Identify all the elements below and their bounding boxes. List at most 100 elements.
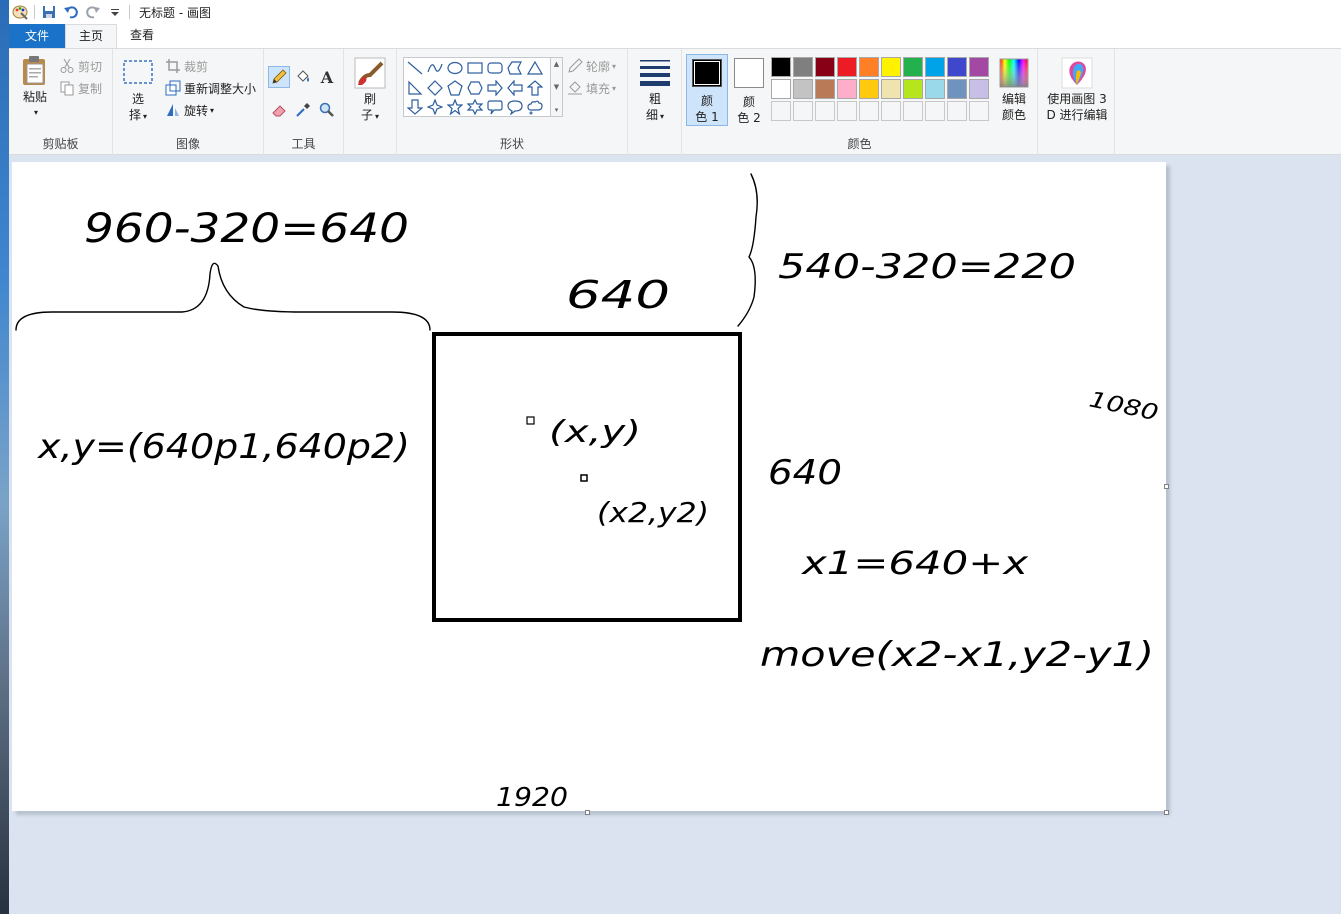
rotate-button[interactable]: 旋转 ▾: [165, 100, 214, 120]
custom-color-slot[interactable]: [837, 101, 857, 121]
canvas-workspace[interactable]: 960-320=640 640 540-320=220 1080 x,y=(64…: [9, 155, 1341, 914]
oval-callout-shape[interactable]: [505, 97, 525, 117]
canvas-resize-handle-bottom[interactable]: [585, 810, 590, 815]
palette-swatch[interactable]: [837, 57, 857, 77]
oval-shape[interactable]: [445, 58, 465, 78]
palette-swatch[interactable]: [925, 79, 945, 99]
rounded-rectangle-shape[interactable]: [485, 58, 505, 78]
color-2-swatch: [734, 58, 764, 88]
down-arrow-shape[interactable]: [405, 97, 425, 117]
custom-color-slot[interactable]: [815, 101, 835, 121]
undo-icon[interactable]: [60, 1, 82, 23]
palette-swatch[interactable]: [793, 57, 813, 77]
copy-button[interactable]: 复制: [59, 78, 102, 98]
palette-swatch[interactable]: [903, 79, 923, 99]
canvas-drawing: 960-320=640 640 540-320=220 1080 x,y=(64…: [15, 173, 1160, 811]
custom-color-slot[interactable]: [903, 101, 923, 121]
palette-swatch[interactable]: [793, 79, 813, 99]
cut-label: 剪切: [78, 59, 103, 74]
expand-gallery-icon[interactable]: ▾: [555, 106, 559, 114]
redo-icon[interactable]: [82, 1, 104, 23]
cloud-callout-shape[interactable]: [525, 97, 545, 117]
palette-swatch[interactable]: [859, 79, 879, 99]
color-1-button[interactable]: 颜 色 1: [686, 54, 728, 126]
color-picker-tool[interactable]: [292, 99, 314, 121]
palette-swatch[interactable]: [881, 57, 901, 77]
resize-button[interactable]: 重新调整大小: [165, 78, 256, 98]
curve-shape[interactable]: [425, 58, 445, 78]
palette-swatch[interactable]: [815, 79, 835, 99]
five-point-star-shape[interactable]: [445, 97, 465, 117]
text-tool[interactable]: A: [316, 66, 338, 88]
fill-button[interactable]: 填充 ▾: [567, 78, 616, 98]
palette-swatch[interactable]: [859, 57, 879, 77]
polygon-shape[interactable]: [505, 58, 525, 78]
canvas-resize-handle-corner[interactable]: [1164, 810, 1169, 815]
palette-swatch[interactable]: [771, 57, 791, 77]
custom-color-slot[interactable]: [969, 101, 989, 121]
palette-swatch[interactable]: [837, 79, 857, 99]
select-button[interactable]: 选 择 ▾: [119, 57, 157, 125]
palette-swatch[interactable]: [881, 79, 901, 99]
tab-view[interactable]: 查看: [117, 24, 167, 48]
shapes-gallery-scroll[interactable]: ▲ ▼ ▾: [551, 57, 563, 117]
six-point-star-shape[interactable]: [465, 97, 485, 117]
note-right-formula-2: move(x2-x1,y2-y1): [760, 635, 1154, 675]
tab-home[interactable]: 主页: [65, 24, 118, 48]
line-shape[interactable]: [405, 58, 425, 78]
pencil-tool[interactable]: [268, 66, 290, 88]
cut-button[interactable]: 剪切: [59, 56, 102, 76]
custom-color-slot[interactable]: [771, 101, 791, 121]
save-icon[interactable]: [38, 1, 60, 23]
drawing-canvas[interactable]: 960-320=640 640 540-320=220 1080 x,y=(64…: [12, 162, 1166, 811]
brushes-button[interactable]: 刷 子 ▾: [352, 57, 388, 125]
outline-pencil-icon: [568, 58, 583, 73]
custom-color-slot[interactable]: [925, 101, 945, 121]
pentagon-shape[interactable]: [445, 78, 465, 98]
left-arrow-shape[interactable]: [505, 78, 525, 98]
hexagon-shape[interactable]: [465, 78, 485, 98]
palette-swatch[interactable]: [969, 57, 989, 77]
left-brace: [15, 262, 431, 331]
right-arrow-shape[interactable]: [485, 78, 505, 98]
magnifier-tool[interactable]: [316, 99, 338, 121]
scroll-up-icon[interactable]: ▲: [554, 60, 559, 68]
custom-color-slot[interactable]: [881, 101, 901, 121]
customize-quick-access-icon[interactable]: [104, 1, 126, 23]
palette-swatch[interactable]: [903, 57, 923, 77]
outline-button[interactable]: 轮廓 ▾: [567, 56, 616, 76]
oval-icon: [447, 61, 463, 75]
custom-color-slot[interactable]: [859, 101, 879, 121]
custom-color-slot[interactable]: [947, 101, 967, 121]
edit-colors-button[interactable]: 编辑 颜色: [994, 57, 1034, 123]
palette-swatch[interactable]: [771, 79, 791, 99]
right-triangle-shape[interactable]: [405, 78, 425, 98]
text-icon: A: [320, 67, 334, 87]
rounded-callout-shape[interactable]: [485, 97, 505, 117]
custom-color-slot[interactable]: [793, 101, 813, 121]
crop-button[interactable]: 裁剪: [165, 56, 208, 76]
fill-tool[interactable]: [292, 66, 314, 88]
palette-swatch[interactable]: [969, 79, 989, 99]
diamond-shape[interactable]: [425, 78, 445, 98]
paint-app-icon[interactable]: [9, 1, 31, 23]
note-point-1: (x,y): [549, 415, 641, 450]
rectangle-shape[interactable]: [465, 58, 485, 78]
up-arrow-shape[interactable]: [525, 78, 545, 98]
tab-file[interactable]: 文件: [9, 24, 65, 48]
triangle-shape[interactable]: [525, 58, 545, 78]
color-2-button[interactable]: 颜 色 2: [728, 54, 770, 126]
palette-swatch[interactable]: [947, 79, 967, 99]
eraser-tool[interactable]: [268, 99, 290, 121]
palette-swatch[interactable]: [815, 57, 835, 77]
size-button[interactable]: 粗 细 ▾: [637, 57, 673, 125]
palette-swatch[interactable]: [925, 57, 945, 77]
four-point-star-shape[interactable]: [425, 97, 445, 117]
palette-swatch[interactable]: [947, 57, 967, 77]
line-width-icon: [640, 60, 670, 86]
scroll-down-icon[interactable]: ▼: [554, 83, 559, 91]
resize-icon: [165, 80, 181, 96]
canvas-resize-handle-right[interactable]: [1164, 484, 1169, 489]
edit-with-paint3d-button[interactable]: 使用画图 3 D 进行编辑: [1041, 57, 1113, 123]
paste-button[interactable]: 粘贴 ▾: [17, 55, 53, 121]
